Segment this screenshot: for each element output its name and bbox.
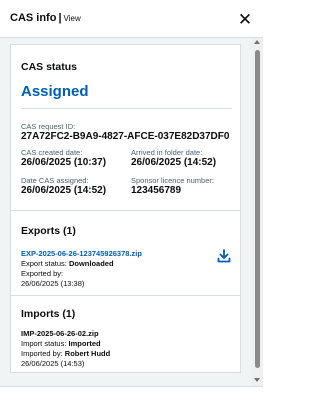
created-date-label: CAS created date: <box>21 148 83 157</box>
request-id-value: 27A72FC2-B9A9-4827-AFCE-037E82D37DF0 <box>21 131 230 142</box>
cas-status-card: CAS status Assigned CAS request ID: 27A7… <box>10 44 241 232</box>
assigned-date-label: Date CAS assigned: <box>21 176 89 185</box>
import-status-value: Imported <box>68 339 101 348</box>
sponsor-licence-value: 123456789 <box>131 185 182 196</box>
export-status: Export status: Downloaded <box>21 259 114 268</box>
assigned-date-value: 26/06/2025 (14:52) <box>21 185 107 196</box>
vertical-scrollbar[interactable] <box>251 38 263 386</box>
panel-content: CAS status Assigned CAS request ID: 27A7… <box>0 38 263 386</box>
import-status: Import status: Imported <box>21 339 101 348</box>
panel-header: CAS info | View ✕ <box>0 0 263 38</box>
import-file-name: IMP-2025-06-26-02.zip <box>21 329 99 338</box>
export-status-value: Downloaded <box>68 259 114 268</box>
export-file-link[interactable]: EXP-2025-06-26-123745926378.zip <box>21 249 142 258</box>
imports-heading: Imports (1) <box>21 308 76 320</box>
import-status-prefix: Import status: <box>21 339 67 348</box>
exports-heading: Exports (1) <box>21 225 76 237</box>
panel-footer <box>0 386 263 397</box>
title-separator: | <box>58 12 62 24</box>
view-label: View <box>63 14 81 23</box>
imported-at: 26/06/2025 (14:53) <box>21 359 85 368</box>
close-icon: ✕ <box>237 9 253 29</box>
scroll-thumb[interactable] <box>255 50 260 368</box>
imported-by-value: Robert Hudd <box>64 349 111 358</box>
exports-card: Exports (1) EXP-2025-06-26-123745926378.… <box>10 210 241 301</box>
cas-status-value: Assigned <box>21 83 89 100</box>
imported-by-prefix: Imported by: <box>21 349 63 358</box>
imports-card: Imports (1) IMP-2025-06-26-02.zip Import… <box>10 295 241 373</box>
close-button[interactable]: ✕ <box>236 10 254 28</box>
imported-by: Imported by: Robert Hudd <box>21 349 110 358</box>
request-id-label: CAS request ID: <box>21 122 76 131</box>
arrived-date-value: 26/06/2025 (14:52) <box>131 157 217 168</box>
exported-by-label: Exported by: <box>21 269 64 278</box>
cas-status-heading: CAS status <box>21 61 78 73</box>
sponsor-licence-label: Sponsor licence number: <box>131 176 214 185</box>
download-icon <box>217 249 231 263</box>
exported-at: 26/06/2025 (13:38) <box>21 279 85 288</box>
panel-title: CAS info | View <box>10 12 81 24</box>
arrived-date-label: Arrived in folder date: <box>131 148 203 157</box>
status-divider <box>21 108 232 109</box>
scroll-down-arrow-icon[interactable] <box>254 378 260 382</box>
panel-title-text: CAS info <box>10 12 57 24</box>
download-button[interactable] <box>216 248 232 264</box>
export-status-prefix: Export status: <box>21 259 67 268</box>
scroll-up-arrow-icon[interactable] <box>254 40 260 44</box>
created-date-value: 26/06/2025 (10:37) <box>21 157 107 168</box>
